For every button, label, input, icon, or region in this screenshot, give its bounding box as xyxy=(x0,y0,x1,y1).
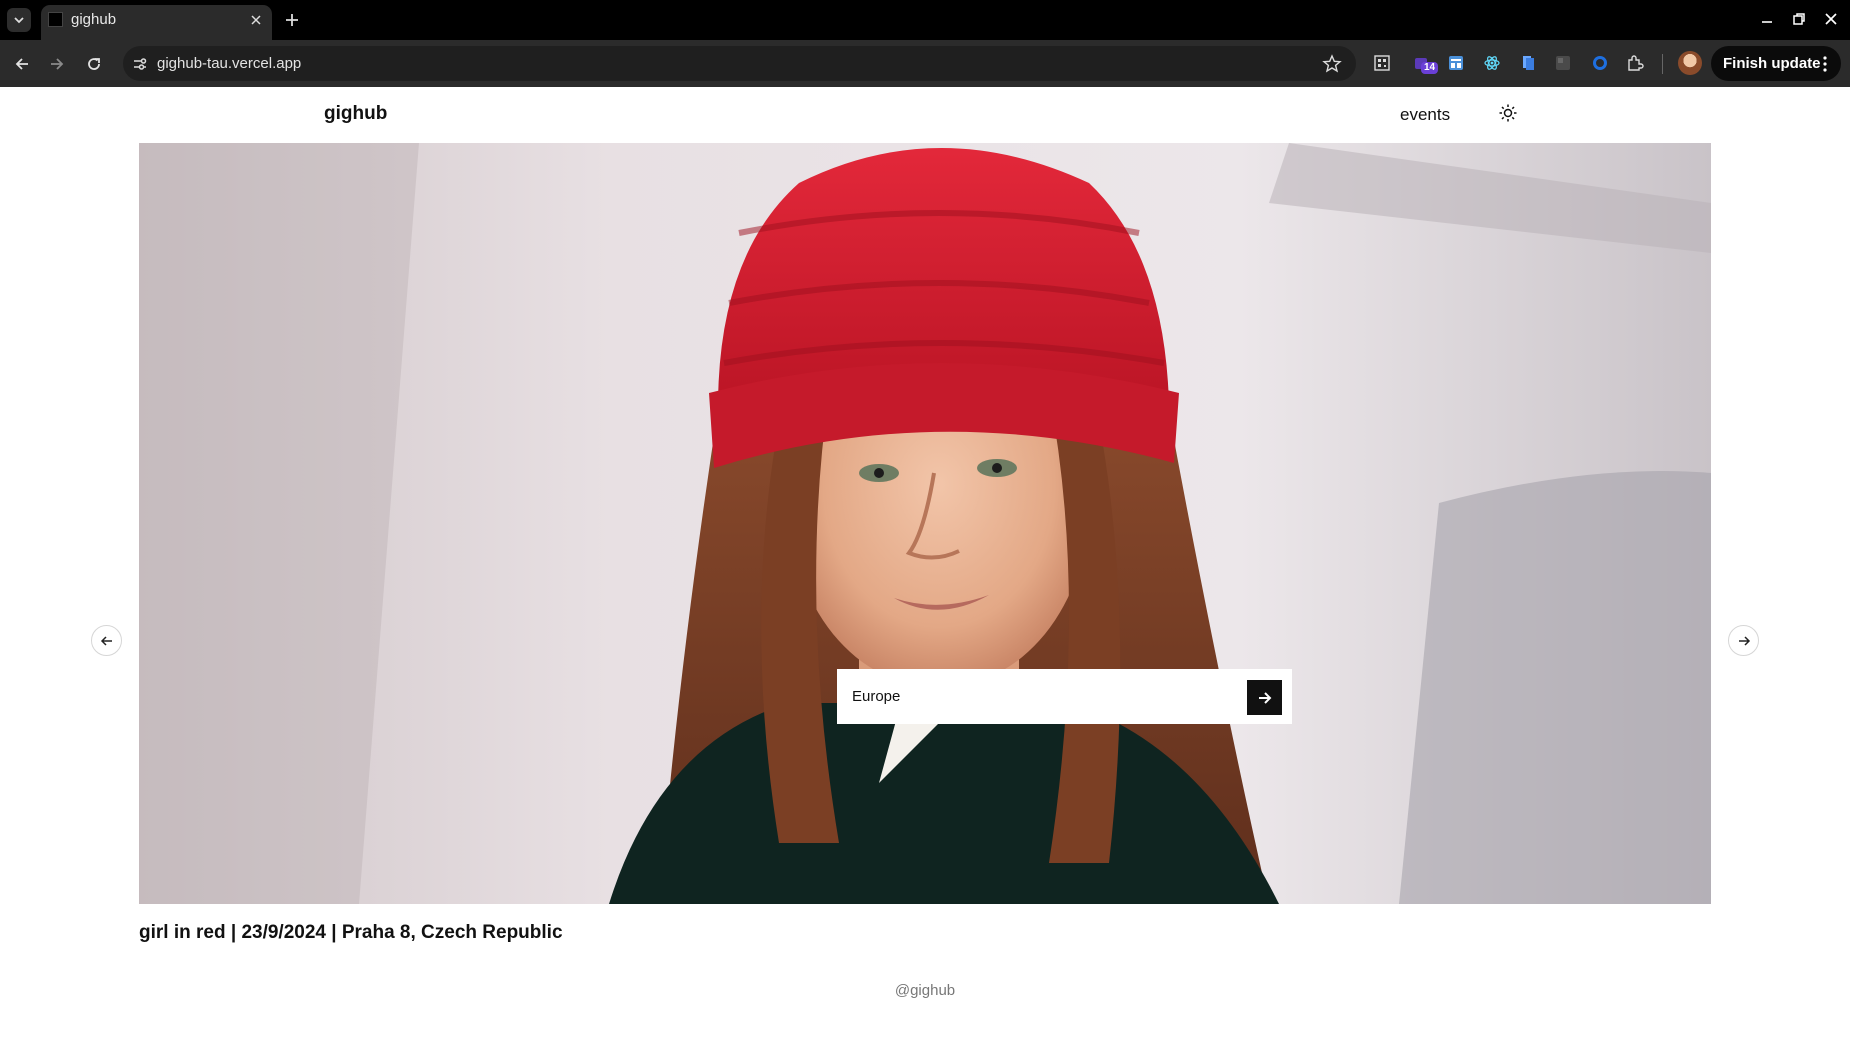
qr-code-icon[interactable] xyxy=(1372,53,1392,73)
arrow-left-icon xyxy=(100,635,112,646)
brand-logo[interactable]: gighub xyxy=(324,103,387,125)
restore-icon[interactable] xyxy=(1791,11,1807,27)
extension-layout-icon[interactable] xyxy=(1446,53,1466,73)
kebab-menu-icon xyxy=(1823,56,1827,72)
hero-carousel xyxy=(139,143,1711,904)
carousel-next-button[interactable] xyxy=(1728,625,1759,656)
plus-icon[interactable] xyxy=(282,10,302,30)
extension-badge: 14 xyxy=(1421,62,1439,74)
sun-icon[interactable] xyxy=(1497,102,1519,124)
reload-icon[interactable] xyxy=(83,53,105,75)
location-search-box xyxy=(837,669,1292,724)
extension-grid-icon[interactable] xyxy=(1553,53,1573,73)
window-close-icon[interactable] xyxy=(1823,11,1839,27)
page-content: gighub events Europe girl in red | 23/9/… xyxy=(0,87,1850,1053)
event-caption[interactable]: girl in red | 23/9/2024 | Praha 8, Czech… xyxy=(139,922,563,944)
url-text: gighub-tau.vercel.app xyxy=(157,55,302,72)
site-info-icon[interactable] xyxy=(131,55,149,73)
favicon-icon xyxy=(48,12,63,27)
tab-search-icon[interactable] xyxy=(7,8,31,32)
tab-title: gighub xyxy=(71,11,117,28)
arrow-right-icon xyxy=(1738,635,1750,646)
nav-link-events[interactable]: events xyxy=(1400,105,1450,125)
location-search-input[interactable] xyxy=(852,684,1212,709)
arrow-right-icon xyxy=(1258,691,1271,704)
finish-update-button[interactable]: Finish update xyxy=(1711,46,1841,81)
finish-update-label: Finish update xyxy=(1723,55,1821,72)
footer-text: @gighub xyxy=(894,982,956,999)
address-bar[interactable]: gighub-tau.vercel.app xyxy=(123,46,1356,81)
toolbar-divider xyxy=(1662,54,1663,74)
close-icon[interactable] xyxy=(248,12,264,28)
extension-circle-icon[interactable] xyxy=(1590,53,1610,73)
avatar[interactable] xyxy=(1678,51,1702,75)
extension-docs-icon[interactable] xyxy=(1518,53,1538,73)
forward-icon[interactable] xyxy=(46,53,68,75)
react-devtools-icon[interactable] xyxy=(1482,53,1502,73)
extension-icon[interactable] xyxy=(1625,53,1645,73)
browser-tabstrip: gighub xyxy=(0,0,1850,40)
extension-calendar-icon[interactable]: 14 xyxy=(1412,53,1439,74)
minimize-icon[interactable] xyxy=(1759,11,1775,27)
star-icon[interactable] xyxy=(1322,54,1342,74)
browser-toolbar: gighub-tau.vercel.app 14 Finish update xyxy=(0,40,1850,87)
hero-photo xyxy=(139,143,1711,904)
search-submit-button[interactable] xyxy=(1247,680,1282,715)
back-icon[interactable] xyxy=(11,53,33,75)
carousel-prev-button[interactable] xyxy=(91,625,122,656)
